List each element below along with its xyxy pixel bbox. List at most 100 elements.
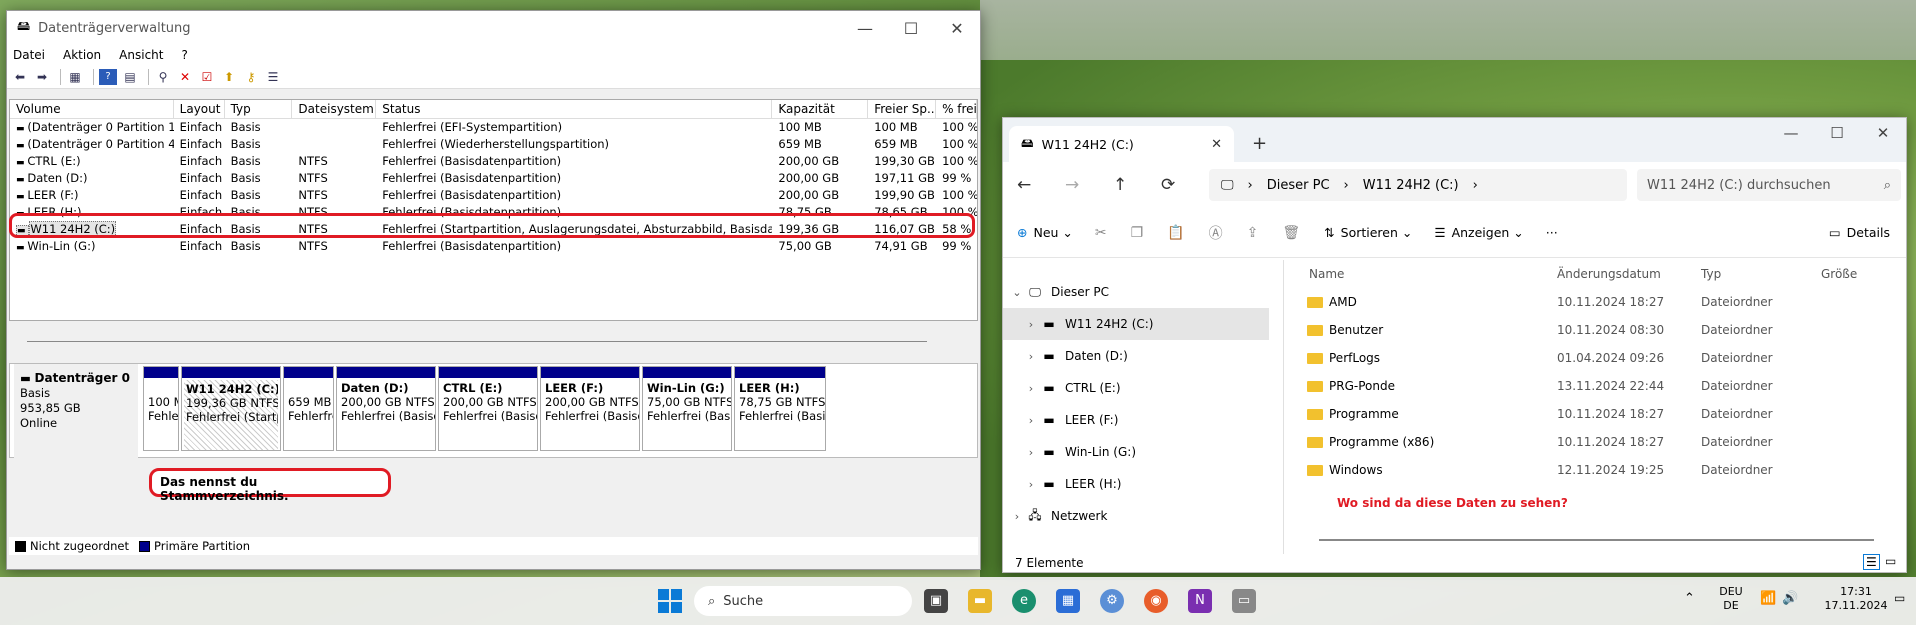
list-view-toggle-icon[interactable]: ☰ [1863,554,1880,570]
partition-block[interactable]: CTRL (E:) 200,00 GB NTFS Fehlerfrei (Basis… [438,366,538,451]
sort-button[interactable]: ⇅ Sortieren ⌄ [1324,225,1412,240]
folder-up-icon[interactable]: ⬆ [220,69,238,85]
properties-icon[interactable]: ▤ [121,69,139,85]
back-arrow-icon[interactable]: ⬅ [11,69,29,85]
forward-icon[interactable]: → [1065,175,1113,195]
col-filesystem[interactable]: Dateisystem [292,100,377,118]
breadcrumb-this-pc[interactable]: Dieser PC [1267,178,1330,193]
file-row[interactable]: Programme (x86) 10.11.2024 18:27 Dateiordn… [1283,428,1893,456]
show-hidden-icons[interactable]: ⌃ [1684,591,1695,606]
clock[interactable]: 17:31 17.11.2024 [1822,585,1890,613]
list-view-icon[interactable]: ☰ [264,69,282,85]
firefox-icon[interactable]: ◉ [1144,589,1168,613]
connect-icon[interactable]: ⚲ [154,69,172,85]
volume-row[interactable]: ▬ CTRL (E:) Einfach Basis NTFS Fehlerfrei (B… [10,153,977,170]
disk-label[interactable]: ▬ Datenträger 0 Basis 953,85 GB Online [14,364,138,459]
file-row[interactable]: PRG-Ponde 13.11.2024 22:44 Dateiordner [1283,372,1893,400]
horizontal-scrollbar[interactable] [1319,539,1874,541]
new-tab-icon[interactable]: + [1252,133,1267,154]
share-icon[interactable]: ⇪ [1247,225,1259,241]
chevron-right-icon[interactable]: › [1021,414,1041,427]
chevron-right-icon[interactable]: › [1021,478,1041,491]
up-icon[interactable]: ↑ [1113,175,1161,195]
store-icon[interactable]: ▦ [1056,589,1080,613]
new-button[interactable]: ⊕ Neu ⌄ [1017,225,1073,240]
start-button[interactable] [658,589,682,613]
explorer-close-button[interactable]: ✕ [1860,124,1906,142]
partition-block[interactable]: 100 MFehler [143,366,179,451]
file-row[interactable]: Windows 12.11.2024 19:25 Dateiordner [1283,456,1893,484]
address-bar[interactable]: 🖵 › Dieser PC › W11 24H2 (C:) › [1209,169,1627,201]
rename-icon[interactable]: Ⓐ [1209,223,1223,243]
horizontal-scrollbar[interactable] [27,341,927,342]
partition-block[interactable]: 659 MBFehlerfrei [283,366,334,451]
chevron-right-icon[interactable]: › [1021,318,1041,331]
partition-block[interactable]: W11 24H2 (C:) 199,36 GB NTFS Fehlerfrei (S… [181,366,281,451]
volume-row[interactable]: ▬ Win-Lin (G:) Einfach Basis NTFS Fehlerfrei… [10,238,977,255]
onenote-icon[interactable]: N [1188,589,1212,613]
paste-icon[interactable]: 📋 [1167,225,1184,241]
menu-datei[interactable]: Datei [13,48,45,62]
settings-gear-icon[interactable]: ⚙ [1100,589,1124,613]
tab-close-icon[interactable]: ✕ [1211,137,1222,152]
volume-list[interactable]: Volume Layout Typ Dateisystem Status Kap… [9,99,978,321]
partition-block[interactable]: Daten (D:) 200,00 GB NTFS Fehlerfrei (Basi… [336,366,436,451]
menu-ansicht[interactable]: Ansicht [119,48,163,62]
col-free[interactable]: Freier Sp... [868,100,937,118]
explorer-maximize-button[interactable]: ☐ [1814,124,1860,142]
maximize-button[interactable]: ☐ [888,19,934,38]
forward-arrow-icon[interactable]: ➡ [33,69,51,85]
close-button[interactable]: ✕ [934,19,980,38]
chevron-down-icon[interactable]: ⌄ [1007,286,1027,299]
menu-help[interactable]: ? [181,48,187,62]
copy-icon[interactable]: ❐ [1131,225,1144,241]
partition-block[interactable]: LEER (F:) 200,00 GB NTFS Fehlerfrei (Basis… [540,366,640,451]
volume-row[interactable]: ▬ LEER (F:) Einfach Basis NTFS Fehlerfrei (B… [10,187,977,204]
col-size[interactable]: Größe [1821,267,1857,281]
edge-icon[interactable]: e [1012,589,1036,613]
volume-row[interactable]: ▬ (Datenträger 0 Partition 1) Einfach Basi… [10,119,977,136]
task-view-icon[interactable]: ▣ [924,589,948,613]
volume-row[interactable]: ▬ Daten (D:) Einfach Basis NTFS Fehlerfrei (… [10,170,977,187]
file-row[interactable]: Programme 10.11.2024 18:27 Dateiordner [1283,400,1893,428]
delete-icon[interactable]: ✕ [176,69,194,85]
chevron-right-icon[interactable]: › [1021,382,1041,395]
taskbar-search[interactable]: ⌕ Suche [694,586,912,616]
tree-item[interactable]: ⌄ 🖵 Dieser PC [1003,276,1279,308]
file-row[interactable]: PerfLogs 01.04.2024 09:26 Dateiordner [1283,344,1893,372]
notification-icon[interactable]: ▭ [1894,591,1905,605]
file-explorer-icon[interactable]: ▬ [968,589,992,613]
volume-icon[interactable]: 🔊 [1782,591,1798,606]
col-status[interactable]: Status [376,100,773,118]
col-type[interactable]: Typ [225,100,293,118]
view-button[interactable]: ☰ Anzeigen ⌄ [1434,225,1523,240]
chevron-right-icon[interactable]: › [1007,510,1027,523]
disk-management-taskbar-icon[interactable]: ▭ [1232,589,1256,613]
help-icon[interactable]: ? [99,68,117,85]
tree-item[interactable]: › ▬ CTRL (E:) [1003,372,1279,404]
wifi-icon[interactable]: 📶 [1760,591,1776,606]
file-row[interactable]: AMD 10.11.2024 18:27 Dateiordner [1283,288,1893,316]
check-icon[interactable]: ☑ [198,69,216,85]
col-date[interactable]: Änderungsdatum [1557,267,1701,281]
search-input[interactable]: W11 24H2 (C:) durchsuchen ⌕ [1637,169,1901,201]
chevron-right-icon[interactable]: › [1021,446,1041,459]
col-name[interactable]: Name [1309,267,1557,281]
more-button[interactable]: ··· [1546,225,1558,240]
tile-view-toggle-icon[interactable]: ▭ [1885,554,1896,568]
tree-item[interactable]: › ▬ Win-Lin (G:) [1003,436,1279,468]
tab-c-drive[interactable]: 🖴 W11 24H2 (C:) ✕ [1009,126,1234,162]
partition-block[interactable]: LEER (H:)78,75 GB NTFSFehlerfrei (Basisd… [734,366,826,451]
chevron-right-icon[interactable]: › [1021,350,1041,363]
tree-item[interactable]: › ▬ LEER (H:) [1003,468,1279,500]
volume-row[interactable]: ▬ (Datenträger 0 Partition 4) Einfach Basi… [10,136,977,153]
cut-icon[interactable]: ✂ [1095,225,1107,241]
explorer-minimize-button[interactable]: — [1768,124,1814,142]
col-capacity[interactable]: Kapazität [772,100,869,118]
col-type[interactable]: Typ [1701,267,1821,281]
file-row[interactable]: Benutzer 10.11.2024 08:30 Dateiordner [1283,316,1893,344]
tree-item[interactable]: › ▬ W11 24H2 (C:) [1003,308,1269,340]
details-button[interactable]: ▭ Details [1829,225,1890,240]
delete-icon[interactable]: 🗑 [1282,225,1300,241]
tree-item[interactable]: › 🖧 Netzwerk [1003,500,1279,532]
